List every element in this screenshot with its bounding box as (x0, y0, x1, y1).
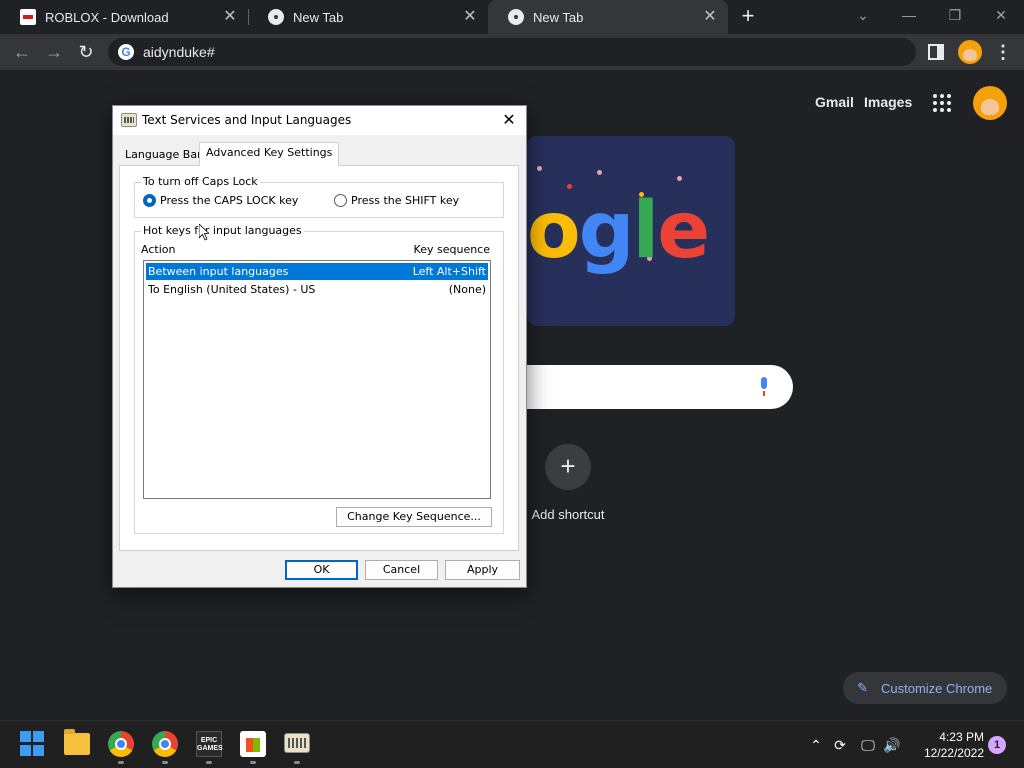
mouse-cursor-icon (199, 224, 209, 241)
running-indicator (206, 761, 212, 764)
close-icon[interactable]: ✕ (462, 9, 478, 25)
column-header-action: Action (141, 243, 176, 256)
list-item[interactable]: To English (United States) - US (None) (146, 281, 488, 298)
chrome-profile-icon[interactable] (152, 731, 178, 757)
change-key-sequence-button[interactable]: Change Key Sequence... (336, 507, 492, 527)
clock-date: 12/22/2022 (923, 746, 984, 760)
tab-new-tab-1[interactable]: New Tab ✕ (248, 0, 488, 34)
running-indicator (118, 761, 124, 764)
tab-roblox-download[interactable]: ROBLOX - Download ✕ (0, 0, 248, 34)
epic-games-icon[interactable]: EPIC GAMES (196, 731, 223, 757)
hot-keys-group: Hot keys for input languages Action Key … (134, 224, 504, 534)
add-shortcut-label: Add shortcut (531, 507, 605, 522)
volume-icon[interactable]: 🔊 (882, 735, 902, 755)
profile-avatar[interactable] (958, 40, 982, 64)
restore-button[interactable]: ❐ (932, 4, 978, 28)
taskbar: EPIC GAMES ⌃ ⟳ 🖵 🔊 4:23 PM 12/22/2022 1 (0, 720, 1024, 768)
hot-keys-group-title: Hot keys for input languages (141, 224, 304, 237)
advanced-key-settings-panel: To turn off Caps Lock Press the CAPS LOC… (119, 165, 519, 551)
tab-strip: ROBLOX - Download ✕ New Tab ✕ New Tab ✕ … (0, 0, 1024, 34)
close-icon[interactable]: ✕ (702, 9, 718, 25)
tab-language-bar[interactable]: Language Bar (119, 146, 208, 166)
ok-button[interactable]: OK (285, 560, 358, 580)
back-arrow-icon[interactable]: ← (10, 40, 34, 64)
tab-advanced-key-settings[interactable]: Advanced Key Settings (199, 142, 340, 166)
chrome-icon (508, 9, 524, 25)
side-panel-icon[interactable] (928, 44, 944, 60)
cancel-button[interactable]: Cancel (365, 560, 438, 580)
running-indicator (294, 761, 300, 764)
file-explorer-icon[interactable] (64, 729, 90, 755)
list-item-action: To English (United States) - US (148, 283, 316, 296)
column-header-key-sequence: Key sequence (413, 243, 490, 256)
doodle-light (677, 176, 682, 181)
account-avatar[interactable] (973, 86, 1007, 120)
radio-unchecked-icon[interactable] (334, 194, 347, 207)
tab-new-tab-2[interactable]: New Tab ✕ (488, 0, 728, 34)
radio-shift-label: Press the SHIFT key (351, 194, 460, 207)
window-close-button[interactable]: ✕ (978, 4, 1024, 28)
pencil-icon: ✎ (857, 680, 868, 695)
tab-search-chevron-icon[interactable]: ⌄ (840, 4, 886, 28)
running-indicator (250, 761, 256, 764)
system-clock[interactable]: 4:23 PM 12/22/2022 (908, 729, 984, 761)
windows-start-icon[interactable] (20, 731, 46, 757)
new-tab-button[interactable]: + (736, 5, 760, 29)
doodle-letters: ogle (527, 186, 710, 276)
tab-title: New Tab (293, 9, 344, 25)
apps-grid-icon[interactable] (933, 94, 951, 112)
doodle-light (537, 166, 542, 171)
apply-button[interactable]: Apply (445, 560, 520, 580)
radio-checked-icon[interactable] (143, 194, 156, 207)
network-icon[interactable]: 🖵 (858, 735, 878, 755)
customize-chrome-label: Customize Chrome (881, 680, 993, 696)
keyboard-icon (121, 113, 137, 127)
address-text[interactable]: aidynduke# (143, 44, 215, 60)
reload-icon[interactable]: ↻ (74, 40, 98, 64)
keyboard-settings-icon[interactable] (284, 733, 310, 753)
images-link[interactable]: Images (864, 94, 912, 110)
hot-keys-list[interactable]: Between input languages Left Alt+Shift T… (143, 260, 491, 499)
forward-arrow-icon[interactable]: → (42, 40, 66, 64)
browser-toolbar: ← → ↻ G aidynduke# ⋮ (0, 34, 1024, 70)
dialog-titlebar[interactable]: Text Services and Input Languages ✕ (113, 106, 526, 135)
running-indicator (162, 761, 168, 764)
list-item-key: (None) (448, 283, 486, 296)
microphone-icon[interactable] (759, 377, 769, 397)
doodle-light (597, 170, 602, 175)
close-icon[interactable]: ✕ (222, 9, 238, 25)
tab-title: ROBLOX - Download (45, 9, 169, 25)
gmail-link[interactable]: Gmail (815, 94, 854, 110)
dialog-title: Text Services and Input Languages (142, 113, 352, 127)
search-box[interactable] (527, 365, 793, 409)
menu-dots-icon[interactable]: ⋮ (994, 40, 1012, 64)
radio-caps-lock-label: Press the CAPS LOCK key (160, 194, 299, 207)
tray-chevron-up-icon[interactable]: ⌃ (806, 735, 826, 755)
google-doodle[interactable]: ogle (527, 136, 735, 326)
roblox-icon (20, 9, 36, 25)
minimize-button[interactable]: — (886, 4, 932, 28)
list-item-action: Between input languages (148, 265, 289, 278)
radio-shift[interactable]: Press the SHIFT key (334, 194, 459, 207)
chrome-icon (268, 9, 284, 25)
microsoft-store-icon[interactable] (240, 731, 266, 757)
customize-chrome-button[interactable]: ✎ Customize Chrome (843, 672, 1007, 704)
close-icon[interactable]: ✕ (500, 110, 518, 130)
tab-title: New Tab (533, 9, 584, 25)
add-shortcut-button[interactable]: + (545, 444, 591, 490)
text-services-dialog: Text Services and Input Languages ✕ Lang… (112, 105, 527, 588)
radio-caps-lock[interactable]: Press the CAPS LOCK key (143, 194, 298, 207)
caps-lock-group-title: To turn off Caps Lock (141, 175, 260, 188)
list-item[interactable]: Between input languages Left Alt+Shift (146, 263, 488, 280)
clock-time: 4:23 PM (939, 730, 984, 744)
address-bar[interactable]: G aidynduke# (108, 38, 916, 66)
google-icon: G (118, 44, 134, 60)
notification-badge[interactable]: 1 (988, 736, 1006, 754)
sync-icon[interactable]: ⟳ (830, 735, 850, 755)
caps-lock-group: To turn off Caps Lock Press the CAPS LOC… (134, 175, 504, 218)
list-item-key: Left Alt+Shift (412, 265, 486, 278)
chrome-icon[interactable] (108, 731, 134, 757)
